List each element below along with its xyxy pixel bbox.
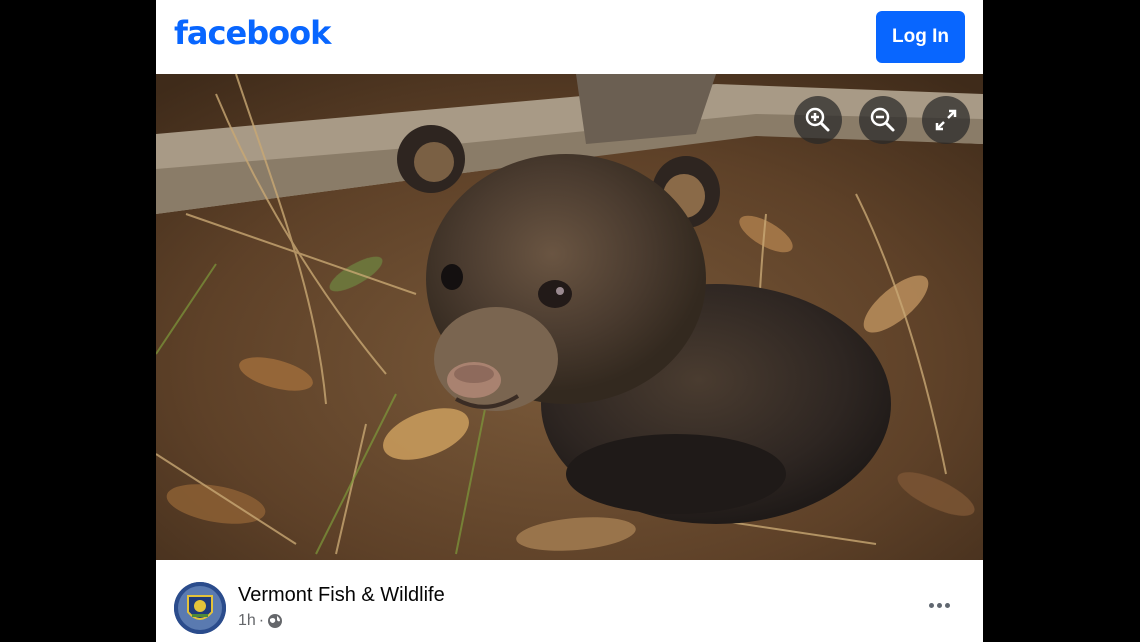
- zoom-out-button[interactable]: [859, 96, 907, 144]
- globe-icon: [268, 614, 283, 628]
- post-footer: Vermont Fish & Wildlife 1h ·: [156, 560, 983, 642]
- more-options-button[interactable]: [926, 594, 952, 616]
- more-options-dot: [944, 602, 950, 608]
- post-photo[interactable]: [156, 74, 983, 560]
- more-options-dot: [936, 602, 942, 608]
- more-options-icon: [928, 602, 934, 608]
- post-time[interactable]: 1h: [238, 612, 256, 630]
- page-name[interactable]: Vermont Fish & Wildlife: [238, 584, 445, 607]
- vermont-fish-wildlife-logo: [174, 582, 226, 634]
- zoom-out-icon: [870, 107, 895, 132]
- fullscreen-icon: [935, 109, 957, 131]
- log-in-button[interactable]: Log In: [876, 11, 965, 63]
- top-bar: facebook Log In: [156, 0, 983, 74]
- zoom-in-button[interactable]: [794, 96, 842, 144]
- facebook-logo[interactable]: facebook: [174, 14, 331, 52]
- bear-cub-image: [156, 74, 983, 560]
- fullscreen-button[interactable]: [922, 96, 970, 144]
- post-viewer: facebook Log In Vermont Fish & Wildlife …: [156, 0, 983, 642]
- post-meta: 1h ·: [238, 612, 283, 630]
- zoom-in-icon: [805, 107, 830, 132]
- meta-separator: ·: [258, 612, 265, 629]
- page-avatar[interactable]: [174, 582, 226, 634]
